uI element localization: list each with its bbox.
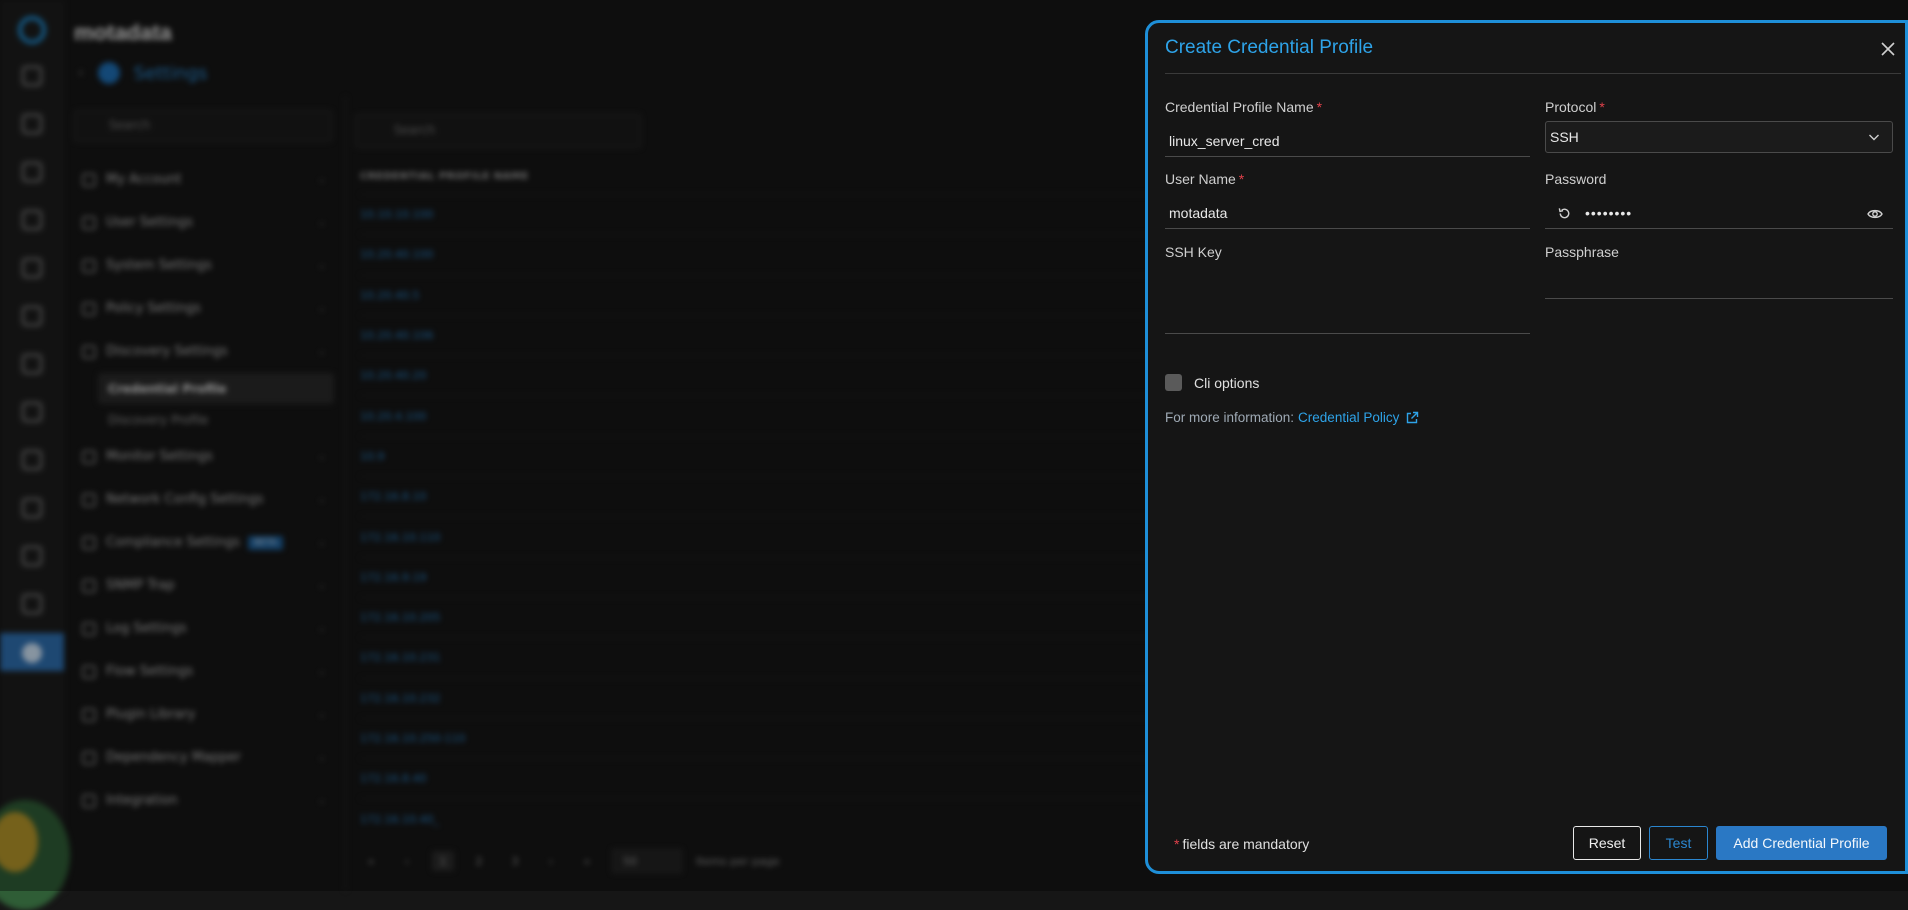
passphrase-label: Passphrase (1545, 244, 1619, 260)
protocol-label-text: Protocol (1545, 99, 1597, 115)
cli-options-label[interactable]: Cli options (1194, 375, 1259, 391)
mandatory-note: * fields are mandatory (1174, 836, 1309, 852)
ssh-key-label: SSH Key (1165, 244, 1222, 260)
mandatory-note-text: fields are mandatory (1182, 836, 1310, 852)
password-masked-value: •••••••• (1585, 205, 1633, 221)
credential-policy-link[interactable]: Credential Policy (1298, 410, 1399, 425)
close-icon[interactable] (1878, 39, 1898, 59)
drawer-title: Create Credential Profile (1165, 37, 1374, 58)
required-mark: * (1238, 171, 1245, 187)
eye-icon[interactable] (1867, 207, 1883, 221)
user-name-input[interactable]: motadata (1165, 198, 1530, 229)
passphrase-input[interactable] (1545, 268, 1893, 299)
protocol-selected-value: SSH (1550, 129, 1579, 145)
protocol-label: Protocol * (1545, 99, 1605, 115)
ssh-key-textarea[interactable] (1165, 268, 1530, 334)
reset-button[interactable]: Reset (1573, 826, 1641, 860)
reset-password-icon[interactable] (1557, 206, 1572, 221)
profile-name-label: Credential Profile Name * (1165, 99, 1322, 115)
title-divider (1165, 73, 1901, 74)
more-info-prefix: For more information: (1165, 410, 1295, 425)
user-name-label: User Name * (1165, 171, 1244, 187)
password-input[interactable]: •••••••• (1545, 198, 1893, 229)
add-credential-profile-button[interactable]: Add Credential Profile (1716, 826, 1887, 860)
required-mark: * (1316, 99, 1323, 115)
create-credential-profile-drawer: Create Credential Profile Credential Pro… (1145, 20, 1908, 874)
test-button[interactable]: Test (1649, 826, 1708, 860)
cli-options-checkbox[interactable] (1165, 374, 1182, 391)
profile-name-label-text: Credential Profile Name (1165, 99, 1314, 115)
required-mark: * (1174, 836, 1180, 852)
external-link-icon[interactable] (1405, 411, 1419, 425)
user-name-label-text: User Name (1165, 171, 1236, 187)
password-label: Password (1545, 171, 1607, 187)
required-mark: * (1599, 99, 1605, 115)
chevron-down-icon (1869, 134, 1879, 141)
profile-name-input[interactable]: linux_server_cred (1165, 126, 1530, 157)
protocol-select[interactable]: SSH (1545, 121, 1893, 153)
more-info-text: For more information: Credential Policy (1165, 410, 1419, 425)
